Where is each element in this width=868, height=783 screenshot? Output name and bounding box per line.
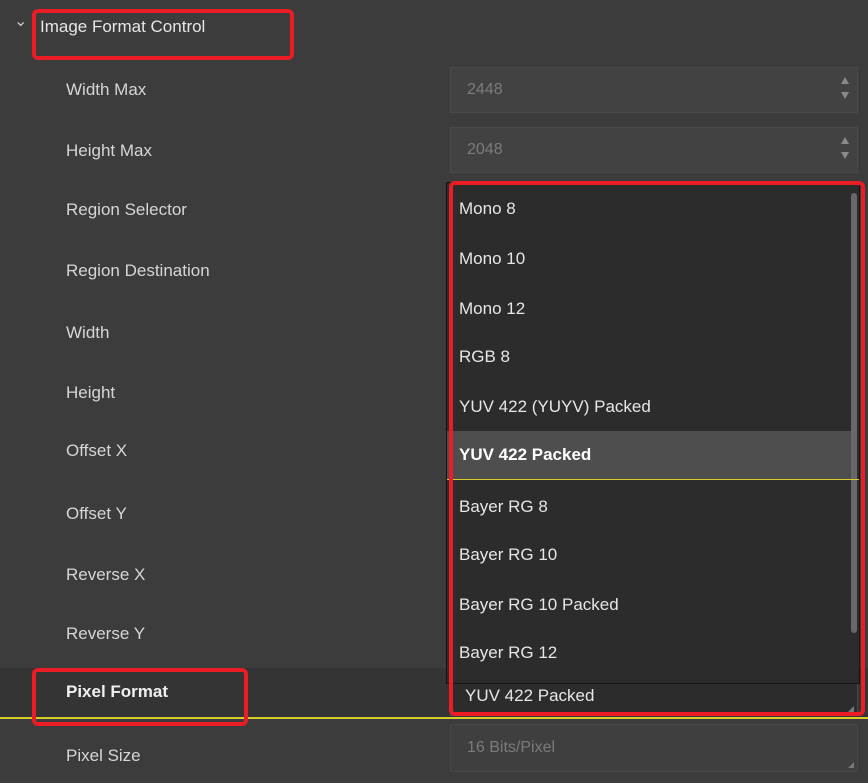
width-max-field: 2448	[450, 67, 858, 113]
annotation-box-section-title	[32, 9, 294, 60]
row-label: Height	[66, 383, 116, 402]
row-label: Height Max	[66, 141, 152, 160]
width-max-value: 2448	[467, 81, 503, 98]
row-label: Width	[66, 323, 110, 342]
row-label: Offset X	[66, 441, 128, 460]
height-max-field: 2048	[450, 127, 858, 173]
resize-grip-icon	[848, 762, 854, 768]
spinner-arrows-icon	[841, 77, 851, 103]
spinner-arrows-icon	[841, 137, 851, 163]
chevron-down-icon[interactable]: ⌄	[14, 14, 30, 30]
row-label: Width Max	[66, 80, 147, 99]
properties-panel: ⌄ Image Format Control Width Max 2448 He…	[0, 0, 868, 783]
row-label: Offset Y	[66, 504, 127, 523]
row-label: Pixel Size	[66, 746, 141, 765]
row-label: Reverse X	[66, 565, 146, 584]
row-label: Region Destination	[66, 261, 210, 280]
pixel-size-field: 16 Bits/Pixel	[450, 724, 858, 772]
height-max-value: 2048	[467, 141, 503, 158]
annotation-box-pixel-format-label	[32, 668, 248, 726]
row-label: Reverse Y	[66, 624, 146, 643]
annotation-box-dropdown	[449, 181, 865, 716]
row-width-max: Width Max 2448	[0, 60, 868, 120]
row-label: Region Selector	[66, 200, 187, 219]
pixel-size-value: 16 Bits/Pixel	[467, 739, 556, 756]
row-height-max: Height Max 2048	[0, 120, 868, 180]
